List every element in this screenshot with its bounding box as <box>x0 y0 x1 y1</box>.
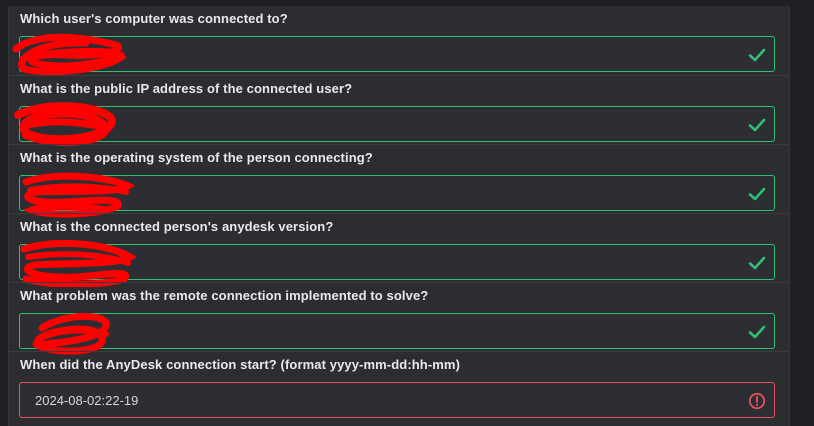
question-6: When did the AnyDesk connection start? (… <box>9 351 789 420</box>
answer-field-5[interactable] <box>19 313 775 355</box>
question-panel: Which user's computer was connected to? … <box>8 6 790 426</box>
answer-field-6[interactable]: 2024-08-02:22-19 <box>19 382 775 418</box>
redaction-scribble <box>22 172 136 218</box>
check-icon <box>748 256 766 270</box>
answer-field-3[interactable] <box>19 172 775 218</box>
redaction-scribble <box>32 313 110 355</box>
question-1: Which user's computer was connected to? <box>9 6 789 76</box>
question-label: What problem was the remote connection i… <box>20 288 429 303</box>
question-label: What is the connected person's anydesk v… <box>20 219 334 234</box>
check-icon <box>748 187 766 201</box>
question-label: What is the public IP address of the con… <box>20 81 353 96</box>
question-label: When did the AnyDesk connection start? (… <box>20 357 461 372</box>
answer-field-1[interactable] <box>12 33 775 76</box>
answer-value: 2024-08-02:22-19 <box>35 393 139 408</box>
error-circle-icon <box>748 392 766 410</box>
question-5: What problem was the remote connection i… <box>9 282 789 355</box>
question-2: What is the public IP address of the con… <box>9 75 789 147</box>
answer-field-2[interactable] <box>14 102 775 147</box>
check-icon <box>748 118 766 132</box>
check-icon <box>748 48 766 62</box>
question-label: Which user's computer was connected to? <box>20 11 288 26</box>
answer-field-4[interactable] <box>19 239 775 287</box>
question-3: What is the operating system of the pers… <box>9 144 789 218</box>
redaction-scribble <box>12 33 127 76</box>
redaction-scribble <box>14 102 116 147</box>
redaction-scribble <box>20 239 136 287</box>
question-label: What is the operating system of the pers… <box>20 150 373 165</box>
check-icon <box>748 325 766 339</box>
question-4: What is the connected person's anydesk v… <box>9 213 789 287</box>
